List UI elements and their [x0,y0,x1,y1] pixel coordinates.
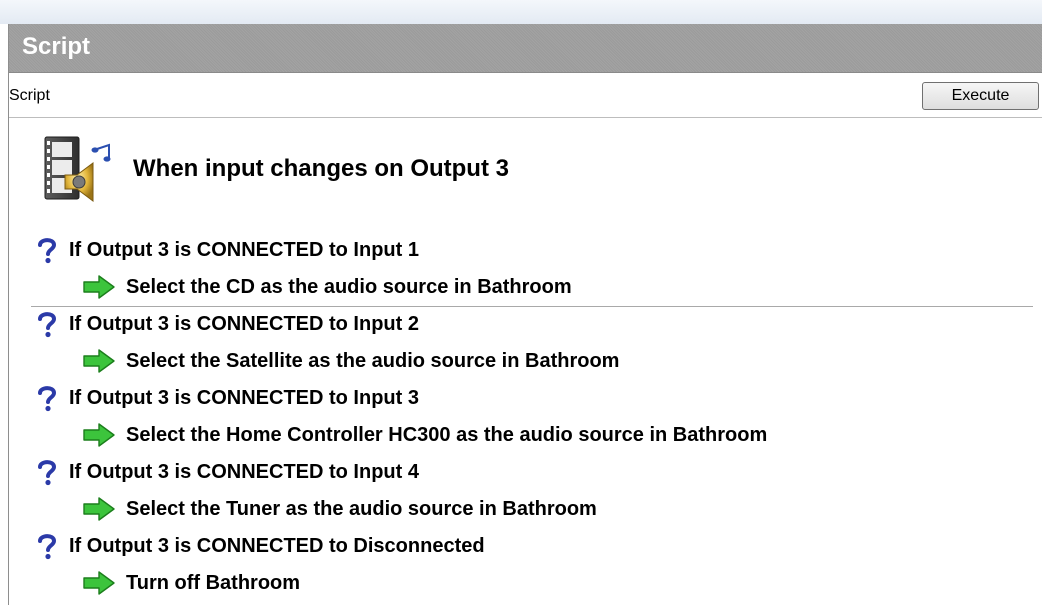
action-row[interactable]: Select the Satellite as the audio source… [9,342,1042,379]
action-text: Select the CD as the audio source in Bat… [126,275,572,298]
action-row[interactable]: Turn off Bathroom [9,564,1042,601]
panel-title: Script [22,33,91,60]
action-row[interactable]: Select the CD as the audio source in Bat… [9,268,1042,305]
event-header: When input changes on Output 3 [9,118,1042,307]
condition-row[interactable]: If Output 3 is CONNECTED to Input 3 [9,379,1042,416]
script-panel: Script Script Execute When input changes… [8,24,1042,605]
condition-row[interactable]: If Output 3 is CONNECTED to Input 1 [9,231,1042,268]
action-text: Select the Satellite as the audio source… [126,349,620,372]
window-top-strip [0,0,1042,24]
green-arrow-icon [83,496,115,521]
toolbar-label: Script [9,87,50,104]
audio-media-icon [44,136,111,202]
green-arrow-icon [83,348,115,373]
action-row[interactable]: Select the Home Controller HC300 as the … [9,416,1042,453]
event-title: When input changes on Output 3 [133,155,509,182]
question-mark-icon [38,237,57,263]
question-mark-icon [38,311,57,337]
action-text: Turn off Bathroom [126,571,301,594]
condition-text: If Output 3 is CONNECTED to Input 1 [69,238,419,261]
condition-row[interactable]: If Output 3 is CONNECTED to Input 4 [9,453,1042,490]
script-rule-list: If Output 3 is CONNECTED to Input 1 Sele… [9,231,1042,601]
green-arrow-icon [83,274,115,299]
condition-text: If Output 3 is CONNECTED to Input 2 [69,312,419,335]
green-arrow-icon [83,422,115,447]
action-row[interactable]: Select the Tuner as the audio source in … [9,490,1042,527]
panel-title-bar: Script [9,24,1042,73]
condition-text: If Output 3 is CONNECTED to Input 3 [69,386,419,409]
question-mark-icon [38,533,57,559]
execute-button[interactable]: Execute [922,82,1039,110]
condition-text: If Output 3 is CONNECTED to Input 4 [69,460,419,483]
question-mark-icon [38,385,57,411]
action-text: Select the Tuner as the audio source in … [126,497,597,520]
condition-row[interactable]: If Output 3 is CONNECTED to Input 2 [9,305,1042,342]
condition-text: If Output 3 is CONNECTED to Disconnected [69,534,485,557]
action-text: Select the Home Controller HC300 as the … [126,423,768,446]
script-toolbar: Script Execute [9,73,1042,118]
question-mark-icon [38,459,57,485]
condition-row[interactable]: If Output 3 is CONNECTED to Disconnected [9,527,1042,564]
green-arrow-icon [83,570,115,595]
